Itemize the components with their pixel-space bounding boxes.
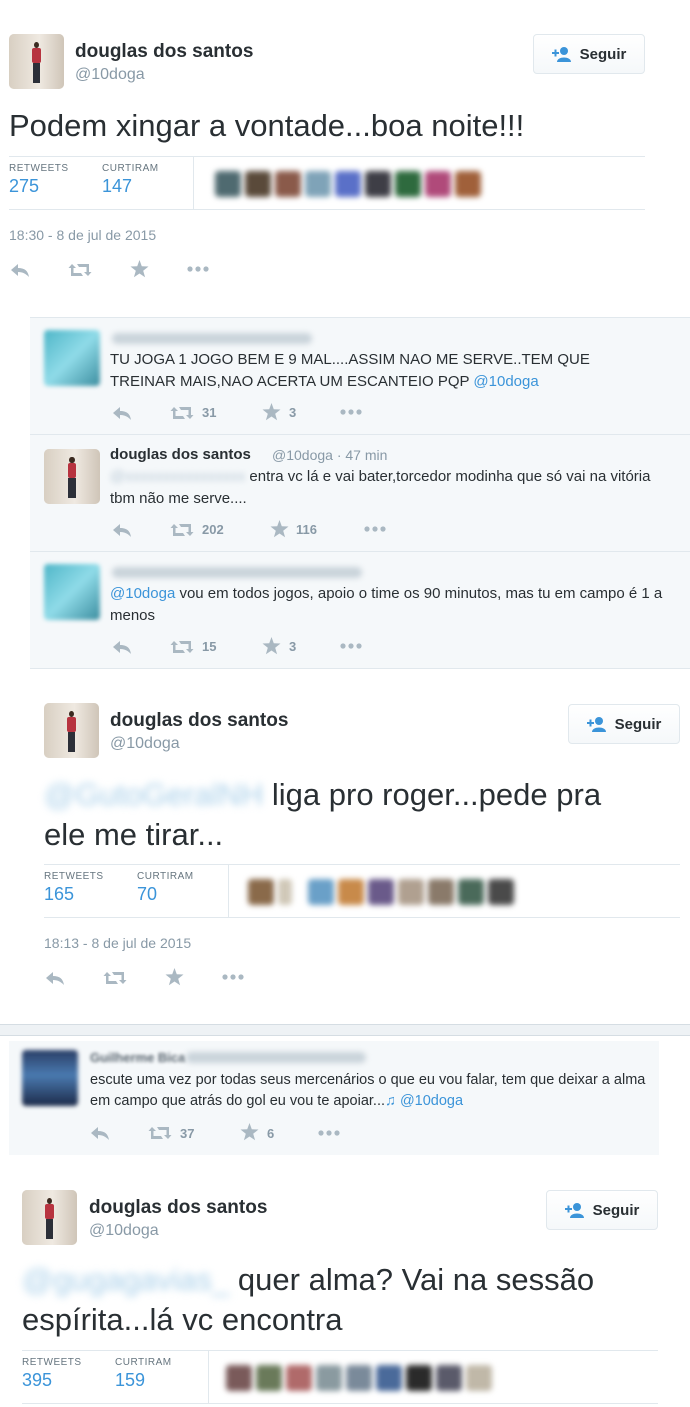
reply-icon[interactable] bbox=[45, 970, 65, 986]
likes-stat[interactable]: CURTIRAM 70 bbox=[137, 871, 194, 905]
likes-count: 147 bbox=[102, 176, 133, 196]
music-note-icon: ♫ bbox=[385, 1093, 396, 1109]
follow-button[interactable]: Seguir bbox=[546, 1190, 658, 1230]
favorite-count: 116 bbox=[296, 522, 317, 537]
reply-text: @10doga vou em todos jogos, apoio o time… bbox=[110, 585, 663, 624]
likes-stat[interactable]: CURTIRAM 147 bbox=[102, 163, 159, 197]
retweets-stat[interactable]: RETWEETS 395 bbox=[22, 1357, 82, 1391]
reply-icon[interactable] bbox=[10, 262, 30, 278]
retweet-count: 15 bbox=[202, 639, 217, 654]
reply-icon[interactable] bbox=[112, 522, 132, 538]
tweet-text: Podem xingar a vontade...boa noite!!! bbox=[9, 108, 525, 143]
retweets-stat[interactable]: RETWEETS 165 bbox=[44, 871, 104, 905]
tweet-timestamp[interactable]: 18:30 - 8 de jul de 2015 bbox=[9, 227, 156, 243]
favorite-count: 3 bbox=[289, 639, 297, 654]
liker-avatars bbox=[220, 1351, 540, 1403]
author-name[interactable]: douglas dos santos bbox=[110, 710, 288, 732]
author-name[interactable]: douglas dos santos bbox=[89, 1197, 267, 1219]
follow-label: Seguir bbox=[579, 45, 627, 63]
retweets-count: 275 bbox=[9, 176, 40, 196]
reply-text: @xxxxxxxxxxxxxxxx entra vc lá e vai bate… bbox=[110, 468, 651, 507]
author-name[interactable]: Guilherme Bica bbox=[90, 1050, 185, 1065]
favorite-icon[interactable] bbox=[165, 968, 184, 986]
avatar[interactable] bbox=[9, 34, 64, 89]
blurred-mention: @GutoGeralNH bbox=[44, 777, 264, 812]
avatar[interactable] bbox=[22, 1190, 77, 1245]
likes-count: 70 bbox=[137, 884, 158, 904]
avatar[interactable] bbox=[44, 330, 100, 386]
follow-button[interactable]: Seguir bbox=[568, 704, 680, 744]
mention-link[interactable]: @10doga bbox=[473, 373, 538, 390]
follow-label: Seguir bbox=[592, 1201, 640, 1219]
tweet-timestamp[interactable]: 18:13 - 8 de jul de 2015 bbox=[44, 935, 191, 951]
tweet-stats: RETWEETS 395 CURTIRAM 159 bbox=[22, 1350, 658, 1404]
more-icon[interactable] bbox=[187, 266, 209, 272]
favorite-count: 6 bbox=[267, 1126, 275, 1141]
avatar[interactable] bbox=[22, 1050, 78, 1106]
favorite-count: 3 bbox=[289, 405, 297, 420]
more-icon[interactable] bbox=[222, 974, 244, 980]
more-icon[interactable] bbox=[340, 409, 362, 415]
follow-icon bbox=[564, 1202, 585, 1218]
retweet-icon[interactable] bbox=[170, 639, 194, 655]
author-name[interactable]: douglas dos santos bbox=[110, 446, 251, 463]
reply-icon[interactable] bbox=[112, 405, 132, 421]
retweet-count: 37 bbox=[180, 1126, 195, 1141]
favorite-icon[interactable] bbox=[240, 1123, 259, 1141]
favorite-icon[interactable] bbox=[270, 520, 289, 538]
follow-label: Seguir bbox=[614, 715, 662, 733]
author-handle[interactable]: @10doga bbox=[110, 735, 180, 753]
author-name[interactable]: douglas dos santos bbox=[75, 41, 253, 63]
blurred-user-info bbox=[112, 567, 362, 578]
reply-text: escute uma vez por todas seus mercenário… bbox=[90, 1072, 646, 1109]
author-handle[interactable]: @10doga bbox=[89, 1222, 159, 1240]
blurred-mention: @xxxxxxxxxxxxxxxx bbox=[110, 468, 246, 485]
follow-icon bbox=[551, 46, 572, 62]
retweets-count: 165 bbox=[44, 884, 75, 904]
avatar[interactable] bbox=[44, 564, 100, 620]
liker-avatars bbox=[207, 157, 507, 209]
reply-text: TU JOGA 1 JOGO BEM E 9 MAL....ASSIM NAO … bbox=[110, 351, 590, 390]
author-meta[interactable]: @10doga · 47 min bbox=[272, 447, 387, 463]
retweet-icon[interactable] bbox=[103, 970, 127, 986]
more-icon[interactable] bbox=[340, 643, 362, 649]
favorite-icon[interactable] bbox=[262, 637, 281, 655]
follow-icon bbox=[586, 716, 607, 732]
retweets-stat[interactable]: RETWEETS 275 bbox=[9, 163, 69, 197]
blurred-mention: @gugagavias_ bbox=[22, 1262, 230, 1297]
retweet-icon[interactable] bbox=[170, 522, 194, 538]
more-icon[interactable] bbox=[364, 526, 386, 532]
mention-link[interactable]: @10doga bbox=[110, 585, 175, 602]
avatar[interactable] bbox=[44, 703, 99, 758]
likes-stat[interactable]: CURTIRAM 159 bbox=[115, 1357, 172, 1391]
tweet-stats: RETWEETS 275 CURTIRAM 147 bbox=[9, 156, 645, 210]
retweet-icon[interactable] bbox=[148, 1125, 172, 1141]
more-icon[interactable] bbox=[318, 1130, 340, 1136]
avatar[interactable] bbox=[44, 449, 100, 504]
reply-icon[interactable] bbox=[90, 1125, 110, 1141]
favorite-icon[interactable] bbox=[130, 260, 149, 278]
blurred-user-info bbox=[186, 1052, 366, 1063]
retweet-count: 202 bbox=[202, 522, 224, 537]
author-handle[interactable]: @10doga bbox=[75, 66, 145, 84]
section-divider bbox=[0, 1024, 690, 1036]
tweet-stats: RETWEETS 165 CURTIRAM 70 bbox=[44, 864, 680, 918]
tweet-text: @GutoGeralNH liga pro roger...pede pra e… bbox=[44, 777, 602, 852]
liker-avatars bbox=[242, 865, 562, 917]
likes-count: 159 bbox=[115, 1370, 146, 1390]
blurred-user-info bbox=[112, 333, 312, 344]
mention-link[interactable]: @10doga bbox=[400, 1093, 463, 1109]
reply-icon[interactable] bbox=[112, 639, 132, 655]
retweet-icon[interactable] bbox=[170, 405, 194, 421]
tweet-text: @gugagavias_ quer alma? Vai na sessão es… bbox=[22, 1262, 595, 1337]
follow-button[interactable]: Seguir bbox=[533, 34, 645, 74]
retweet-count: 31 bbox=[202, 405, 217, 420]
retweet-icon[interactable] bbox=[68, 262, 92, 278]
retweets-count: 395 bbox=[22, 1370, 53, 1390]
favorite-icon[interactable] bbox=[262, 403, 281, 421]
